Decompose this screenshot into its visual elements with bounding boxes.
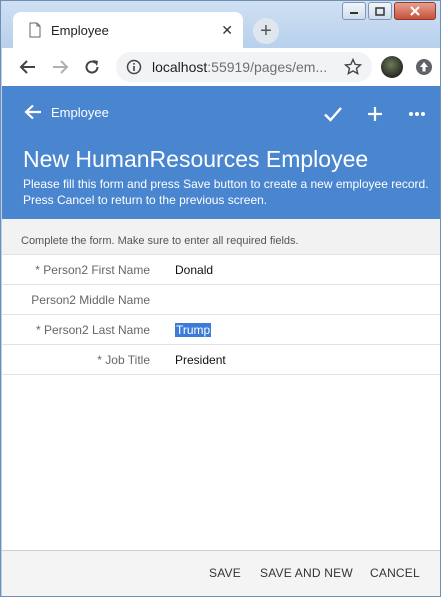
maximize-button[interactable] [368, 2, 392, 20]
job-title-field[interactable]: President [175, 353, 226, 367]
save-button[interactable]: SAVE [209, 566, 241, 580]
add-button[interactable] [364, 103, 386, 125]
reload-icon [85, 60, 99, 74]
minimize-button[interactable] [342, 2, 366, 20]
checkmark-icon [324, 107, 342, 122]
minimize-icon [350, 12, 358, 14]
new-tab-button[interactable]: + [253, 18, 279, 44]
url-path: :55919/pages/em... [207, 59, 328, 75]
maximize-icon [375, 6, 385, 16]
form-area: Complete the form. Make sure to enter al… [2, 219, 440, 550]
close-icon [410, 6, 420, 16]
save-and-new-button[interactable]: SAVE AND NEW [260, 566, 353, 580]
info-icon[interactable] [126, 59, 142, 75]
back-button[interactable] [18, 57, 38, 77]
address-bar[interactable]: localhost:55919/pages/em... [116, 52, 372, 82]
page-icon [29, 22, 41, 38]
reload-button[interactable] [82, 57, 102, 77]
forward-button[interactable] [50, 57, 70, 77]
save-check-button[interactable] [322, 103, 344, 125]
url-text[interactable]: localhost:55919/pages/em... [152, 59, 344, 75]
update-icon[interactable] [415, 58, 433, 76]
header-actions [302, 103, 428, 125]
field-label: * Person2 First Name [35, 262, 150, 277]
close-window-button[interactable] [394, 2, 436, 20]
field-label: Person2 Middle Name [31, 292, 150, 307]
window-controls [340, 2, 436, 20]
app-header: Employee New HumanResources Employee Ple… [2, 86, 440, 219]
page-title: New HumanResources Employee [23, 146, 369, 172]
first-name-field[interactable]: Donald [175, 263, 213, 277]
last-name-field[interactable]: Trump [175, 322, 212, 337]
url-host: localhost [152, 59, 208, 75]
field-label: * Job Title [97, 352, 150, 367]
more-icon [409, 112, 425, 116]
field-label: * Person2 Last Name [35, 322, 150, 337]
plus-icon [368, 107, 382, 121]
cancel-button[interactable]: CANCEL [370, 566, 420, 580]
page-description: Please fill this form and press Save but… [23, 177, 429, 207]
field-middle-name: Person2 Middle Name [2, 285, 440, 315]
tab-close-icon[interactable]: ✕ [221, 22, 233, 39]
tab-title: Employee [51, 22, 109, 38]
more-button[interactable] [406, 103, 428, 125]
browser-tab[interactable]: Employee ✕ [13, 12, 243, 48]
form-footer: SAVE SAVE AND NEW CANCEL [2, 550, 440, 596]
profile-avatar[interactable] [381, 56, 403, 78]
field-last-name: * Person2 Last Name Trump [2, 315, 440, 345]
back-link[interactable]: Employee [24, 104, 109, 120]
forward-arrow-icon [53, 60, 69, 74]
form-instructions: Complete the form. Make sure to enter al… [2, 219, 440, 255]
new-tab-icon: + [260, 20, 272, 42]
field-job-title: * Job Title President [2, 345, 440, 375]
browser-toolbar: localhost:55919/pages/em... [2, 48, 440, 86]
back-arrow-icon [24, 104, 41, 120]
back-label: Employee [51, 104, 109, 120]
back-arrow-icon [19, 60, 35, 74]
field-first-name: * Person2 First Name Donald [2, 255, 440, 285]
star-icon[interactable] [344, 58, 362, 76]
browser-window: Employee ✕ + localhost:55919/pages/em...… [0, 0, 441, 597]
